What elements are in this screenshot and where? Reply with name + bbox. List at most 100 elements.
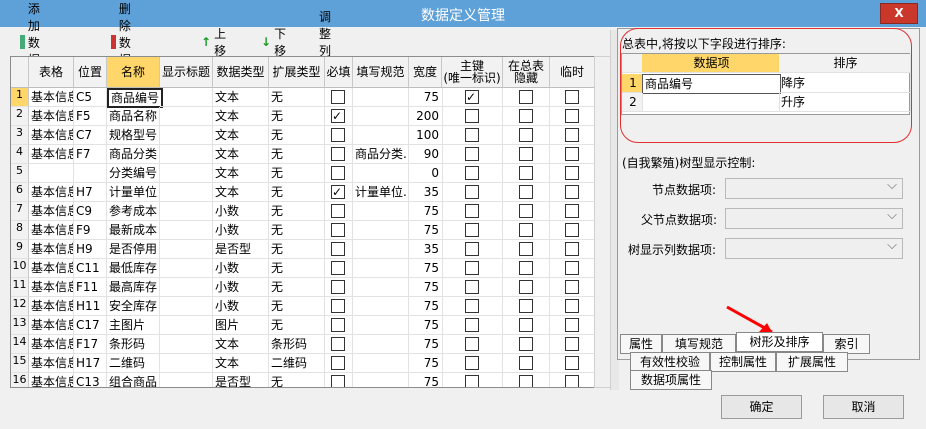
cell-pos[interactable]: C7 [74,126,107,145]
cell-required[interactable] [325,202,353,221]
checkbox[interactable] [565,128,579,142]
checkbox[interactable] [465,242,479,256]
cell-required[interactable] [325,164,353,183]
cell-ext[interactable]: 无 [269,88,325,107]
cell-width[interactable]: 35 [409,183,443,202]
cell-pos[interactable]: H7 [74,183,107,202]
cell-pos[interactable]: F9 [74,221,107,240]
checkbox[interactable] [465,128,479,142]
cell-name[interactable]: 条形码 [107,335,160,354]
parent-node-item-select[interactable] [725,208,903,229]
cell-table[interactable]: 基本信息 [29,107,74,126]
cell-pos[interactable]: C5 [74,88,107,107]
cell-required[interactable] [325,221,353,240]
cell-type[interactable]: 文本 [213,183,269,202]
cell-required[interactable] [325,259,353,278]
checkbox[interactable] [519,166,533,180]
cell-table[interactable]: 基本信息 [29,202,74,221]
cell-temp[interactable] [550,297,594,316]
cell-width[interactable]: 90 [409,145,443,164]
checkbox[interactable] [331,128,345,142]
checkbox[interactable] [331,356,345,370]
cell-table[interactable]: 基本信息 [29,259,74,278]
cell-title[interactable] [160,202,213,221]
cell-width[interactable]: 200 [409,107,443,126]
cell-ext[interactable]: 无 [269,278,325,297]
cell-ext[interactable]: 无 [269,316,325,335]
cell-pk[interactable] [442,107,503,126]
cell-type[interactable]: 小数 [213,259,269,278]
cell-type[interactable]: 小数 [213,278,269,297]
cell-hidden[interactable] [503,202,550,221]
cell-rule[interactable] [353,259,409,278]
cell-width[interactable]: 75 [409,221,443,240]
cell-title[interactable] [160,354,213,373]
cell-rule[interactable] [353,354,409,373]
cell-table[interactable]: 基本信息 [29,354,74,373]
cell-temp[interactable] [550,107,594,126]
cell-name[interactable]: 最高库存 [107,278,160,297]
ok-button[interactable]: 确定 [721,395,802,419]
cell-ext[interactable]: 无 [269,221,325,240]
checkbox[interactable] [465,356,479,370]
checkbox[interactable] [565,318,579,332]
cell-ext[interactable]: 无 [269,373,325,387]
checkbox[interactable] [519,318,533,332]
cell-pk[interactable] [442,373,503,387]
move-down-button[interactable]: ↓ 下移 [261,27,286,58]
cell-temp[interactable] [550,145,594,164]
cell-ext[interactable]: 无 [269,202,325,221]
cell-rule[interactable] [353,335,409,354]
cell-title[interactable] [160,259,213,278]
checkbox[interactable] [519,185,533,199]
cell-temp[interactable] [550,278,594,297]
cell-width[interactable]: 35 [409,240,443,259]
cell-ext[interactable]: 无 [269,259,325,278]
checkbox[interactable] [519,242,533,256]
cell-ext[interactable]: 条形码 [269,335,325,354]
add-item-button[interactable]: 添加数据项 [20,2,49,84]
cell-ext[interactable]: 无 [269,183,325,202]
cell-width[interactable]: 75 [409,354,443,373]
cell-title[interactable] [160,145,213,164]
cell-hidden[interactable] [503,259,550,278]
cell-hidden[interactable] [503,316,550,335]
cell-table[interactable]: 基本信息 [29,373,74,387]
cell-width[interactable]: 75 [409,335,443,354]
cell-hidden[interactable] [503,373,550,387]
cell-width[interactable]: 75 [409,88,443,107]
cell-table[interactable]: 基本信息 [29,145,74,164]
cell-hidden[interactable] [503,240,550,259]
cell-pos[interactable]: F7 [74,145,107,164]
cell-pos[interactable]: C9 [74,202,107,221]
cell-hidden[interactable] [503,335,550,354]
cell-temp[interactable] [550,88,594,107]
checkbox[interactable] [519,337,533,351]
cell-hidden[interactable] [503,164,550,183]
cell-title[interactable] [160,88,213,107]
cell-type[interactable]: 文本 [213,145,269,164]
checkbox[interactable] [565,147,579,161]
cell-type[interactable]: 图片 [213,316,269,335]
cell-table[interactable]: 基本信息 [29,126,74,145]
cell-rule[interactable] [353,88,409,107]
tab-properties[interactable]: 属性 [620,334,662,354]
tab-fill-rule[interactable]: 填写规范 [662,334,736,354]
cell-width[interactable]: 75 [409,259,443,278]
cell-pos[interactable]: F17 [74,335,107,354]
cell-pos[interactable]: H11 [74,297,107,316]
cell-title[interactable] [160,297,213,316]
checkbox[interactable] [465,337,479,351]
cell-ext[interactable]: 无 [269,107,325,126]
cell-rule[interactable] [353,240,409,259]
cell-table[interactable] [29,164,74,183]
cell-rule[interactable] [353,202,409,221]
checkbox[interactable] [465,223,479,237]
cell-title[interactable] [160,126,213,145]
cancel-button[interactable]: 取消 [823,395,904,419]
checkbox[interactable] [331,280,345,294]
cell-table[interactable]: 基本信息 [29,240,74,259]
cell-required[interactable] [325,354,353,373]
cell-hidden[interactable] [503,126,550,145]
checkbox[interactable] [519,280,533,294]
